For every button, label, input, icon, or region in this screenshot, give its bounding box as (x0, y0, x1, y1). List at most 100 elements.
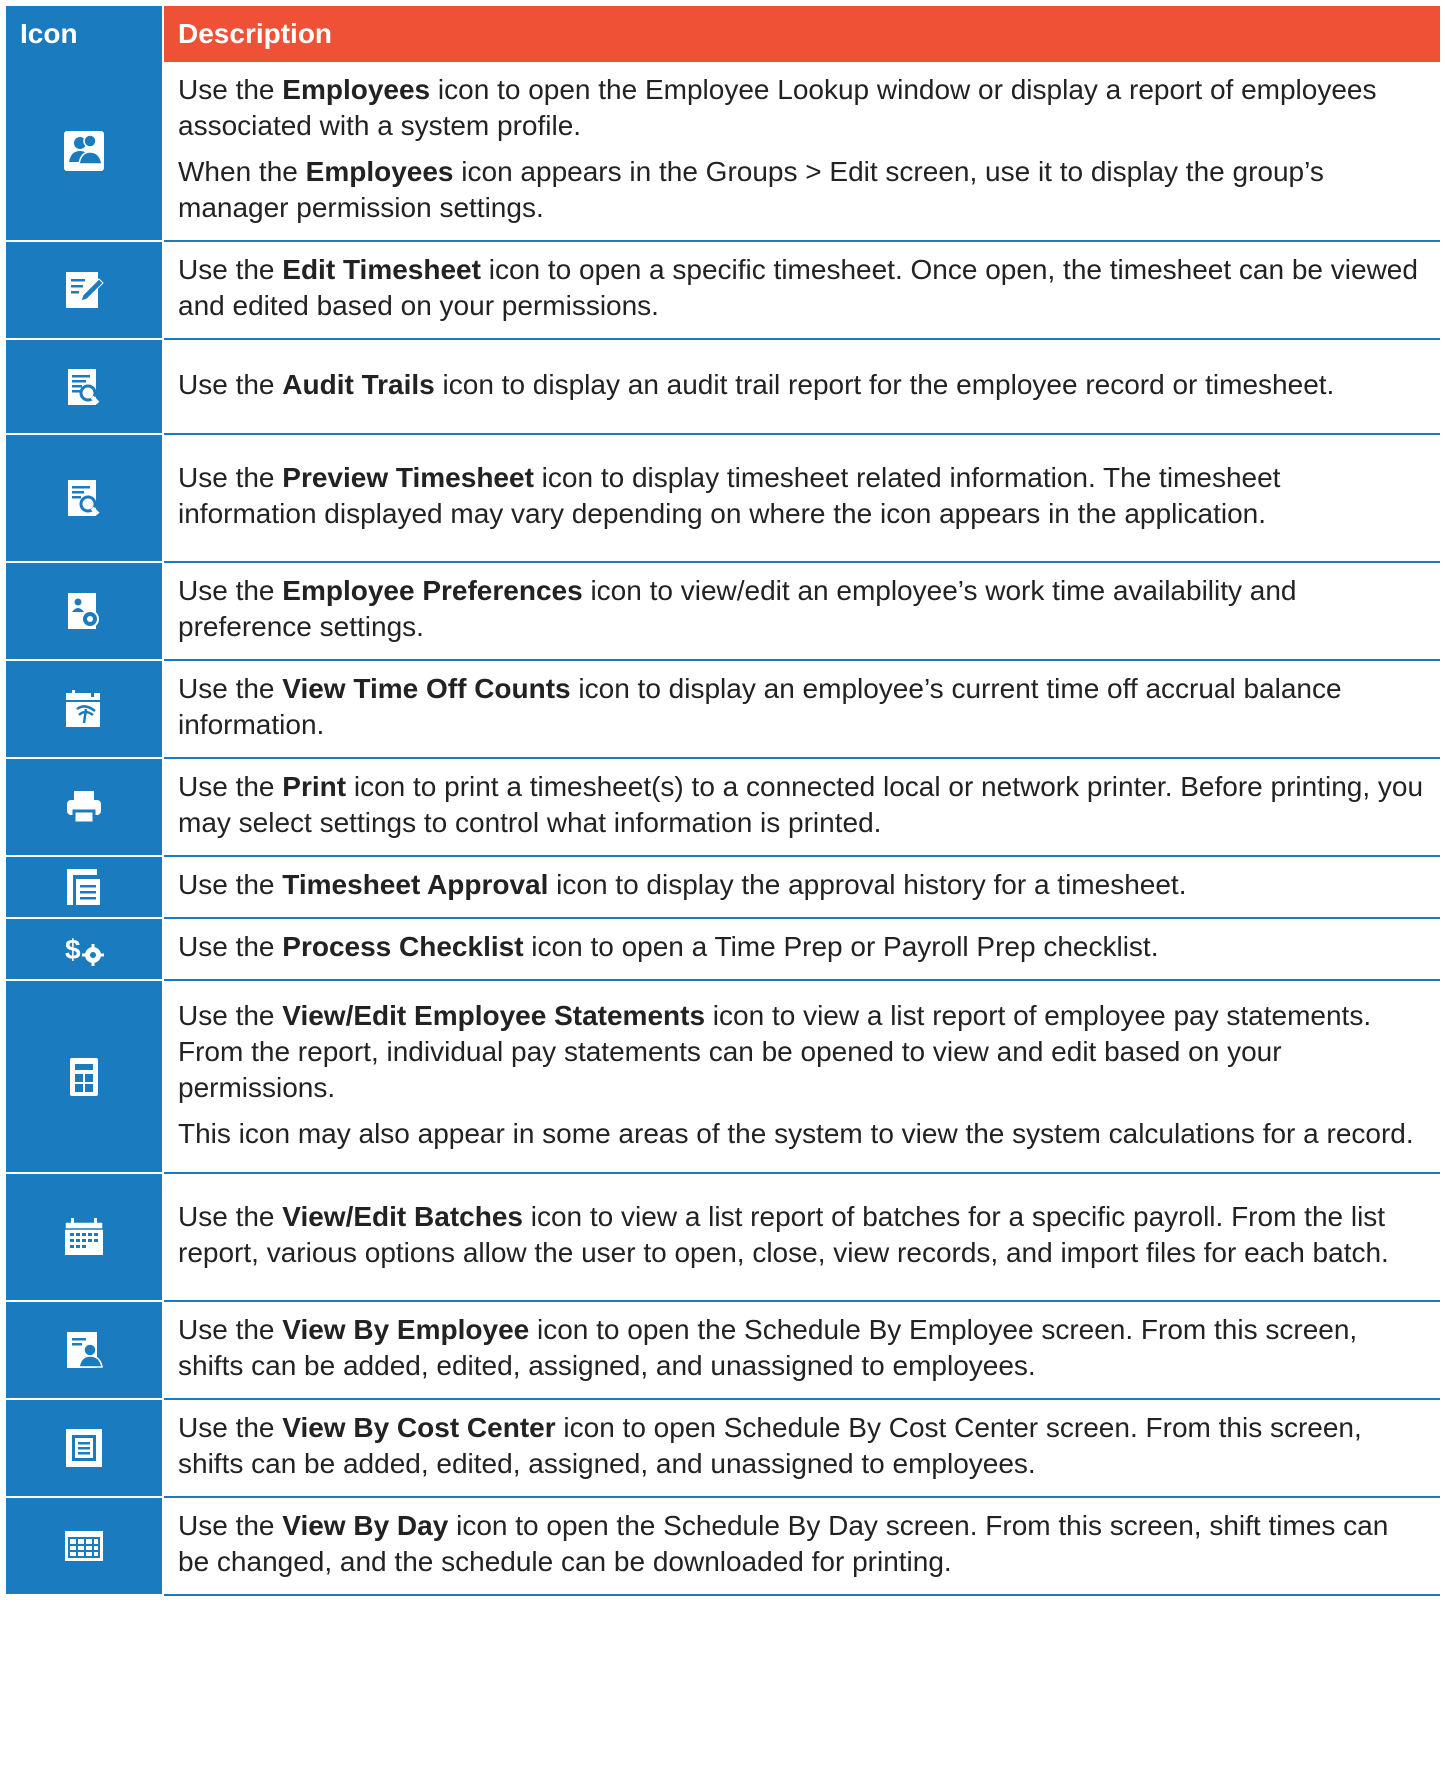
description-paragraph: This icon may also appear in some areas … (178, 1116, 1426, 1152)
description-paragraph: Use the Timesheet Approval icon to displ… (178, 867, 1426, 903)
icon-cell (6, 241, 164, 340)
description-text: Use the (178, 1510, 283, 1541)
description-text: Use the (178, 575, 283, 606)
table-row: Use the Timesheet Approval icon to displ… (6, 856, 1440, 919)
table-row: Use the View/Edit Employee Statements ic… (6, 980, 1440, 1174)
description-cell: Use the View By Employee icon to open th… (163, 1301, 1440, 1400)
description-text: Use the (178, 1314, 283, 1345)
icon-cell (6, 980, 164, 1174)
table-row: Use the Audit Trails icon to display an … (6, 339, 1440, 435)
icon-cell: $ (6, 918, 164, 981)
icon-name: View By Cost Center (282, 1412, 556, 1443)
table-row: Use the View/Edit Batches icon to view a… (6, 1173, 1440, 1302)
table-row: Use the View By Employee icon to open th… (6, 1301, 1440, 1400)
description-text: Use the (178, 462, 283, 493)
icon-cell (6, 1301, 164, 1400)
description-cell: Use the Employees icon to open the Emplo… (163, 62, 1440, 242)
icon-cell (6, 1399, 164, 1498)
description-paragraph: Use the Process Checklist icon to open a… (178, 929, 1426, 965)
icon-cell (6, 856, 164, 919)
icon-name: Timesheet Approval (282, 869, 549, 900)
description-cell: Use the Preview Timesheet icon to displa… (163, 434, 1440, 563)
table-row: $ Use the Process Checklist icon to open… (6, 918, 1440, 981)
table-row: Use the Edit Timesheet icon to open a sp… (6, 241, 1440, 340)
icon-cell (6, 339, 164, 435)
description-cell: Use the View By Day icon to open the Sch… (163, 1497, 1440, 1596)
table-row: Use the View By Cost Center icon to open… (6, 1399, 1440, 1498)
description-text: When the (178, 156, 306, 187)
preview-timesheet-icon (61, 476, 107, 520)
description-column-header: Description (163, 6, 1440, 62)
icon-name: View By Employee (282, 1314, 530, 1345)
table-row: Use the Employees icon to open the Emplo… (6, 62, 1440, 242)
description-cell: Use the Print icon to print a timesheet(… (163, 758, 1440, 857)
employees-icon (61, 129, 107, 173)
table-row: Use the View Time Off Counts icon to dis… (6, 660, 1440, 759)
print-icon (61, 785, 107, 829)
table-header-row: Icon Description (6, 6, 1440, 62)
description-cell: Use the View Time Off Counts icon to dis… (163, 660, 1440, 759)
icon-name: Preview Timesheet (282, 462, 534, 493)
description-cell: Use the Audit Trails icon to display an … (163, 339, 1440, 435)
description-cell: Use the Process Checklist icon to open a… (163, 918, 1440, 981)
batches-calendar-icon (61, 1215, 107, 1259)
icon-name: View Time Off Counts (282, 673, 571, 704)
description-cell: Use the Employee Preferences icon to vie… (163, 562, 1440, 661)
icon-name: Employees (282, 74, 431, 105)
description-paragraph: Use the View/Edit Batches icon to view a… (178, 1199, 1426, 1271)
view-by-day-icon (61, 1524, 107, 1568)
icon-name: View By Day (282, 1510, 449, 1541)
description-cell: Use the Edit Timesheet icon to open a sp… (163, 241, 1440, 340)
icon-name: Audit Trails (282, 368, 435, 400)
icon-name: View/Edit Employee Statements (282, 999, 706, 1031)
description-paragraph: Use the Audit Trails icon to display an … (178, 367, 1426, 403)
description-paragraph: Use the View By Day icon to open the Sch… (178, 1508, 1426, 1580)
description-paragraph: When the Employees icon appears in the G… (178, 154, 1426, 226)
description-text: Use the (178, 1201, 283, 1232)
audit-trails-icon (61, 365, 107, 409)
description-paragraph: Use the View/Edit Employee Statements ic… (178, 998, 1426, 1106)
description-text: Use the (178, 1412, 283, 1443)
description-text: This icon may also appear in some areas … (178, 1117, 1414, 1149)
description-text: icon to display an audit trail report fo… (434, 368, 1335, 400)
table-row: Use the View By Day icon to open the Sch… (6, 1497, 1440, 1596)
time-off-counts-icon (61, 687, 107, 731)
icon-name: Print (282, 771, 347, 802)
description-text: Use the (178, 999, 283, 1031)
description-cell: Use the View/Edit Employee Statements ic… (163, 980, 1440, 1174)
description-paragraph: Use the View By Employee icon to open th… (178, 1312, 1426, 1384)
description-cell: Use the View By Cost Center icon to open… (163, 1399, 1440, 1498)
table-row: Use the Employee Preferences icon to vie… (6, 562, 1440, 661)
calculator-icon (61, 1055, 107, 1099)
icon-name: Employees (305, 156, 454, 187)
table-row: Use the Preview Timesheet icon to displa… (6, 434, 1440, 563)
process-checklist-icon: $ (61, 927, 107, 971)
description-text: icon to display the approval history for… (548, 869, 1187, 900)
description-paragraph: Use the View By Cost Center icon to open… (178, 1410, 1426, 1482)
description-cell: Use the View/Edit Batches icon to view a… (163, 1173, 1440, 1302)
description-cell: Use the Timesheet Approval icon to displ… (163, 856, 1440, 919)
icon-name: Edit Timesheet (282, 254, 481, 285)
description-text: Use the (178, 368, 283, 400)
description-text: Use the (178, 673, 283, 704)
description-text: Use the (178, 254, 283, 285)
icon-cell (6, 758, 164, 857)
description-text: Use the (178, 869, 283, 900)
description-text: Use the (178, 931, 283, 962)
description-paragraph: Use the Print icon to print a timesheet(… (178, 769, 1426, 841)
edit-timesheet-icon (61, 268, 107, 312)
description-paragraph: Use the Edit Timesheet icon to open a sp… (178, 252, 1426, 324)
description-text: Use the (178, 74, 283, 105)
table-row: Use the Print icon to print a timesheet(… (6, 758, 1440, 857)
icon-cell (6, 62, 164, 242)
icon-cell (6, 1173, 164, 1302)
view-by-employee-icon (61, 1328, 107, 1372)
icon-reference-table: Icon Description Use the Employees icon … (6, 6, 1440, 1596)
description-text: Use the (178, 771, 283, 802)
description-text: icon to open a Time Prep or Payroll Prep… (523, 931, 1159, 962)
description-paragraph: Use the Employees icon to open the Emplo… (178, 72, 1426, 144)
description-paragraph: Use the Preview Timesheet icon to displa… (178, 460, 1426, 532)
icon-name: Employee Preferences (282, 575, 583, 606)
icon-cell (6, 434, 164, 563)
icon-cell (6, 562, 164, 661)
